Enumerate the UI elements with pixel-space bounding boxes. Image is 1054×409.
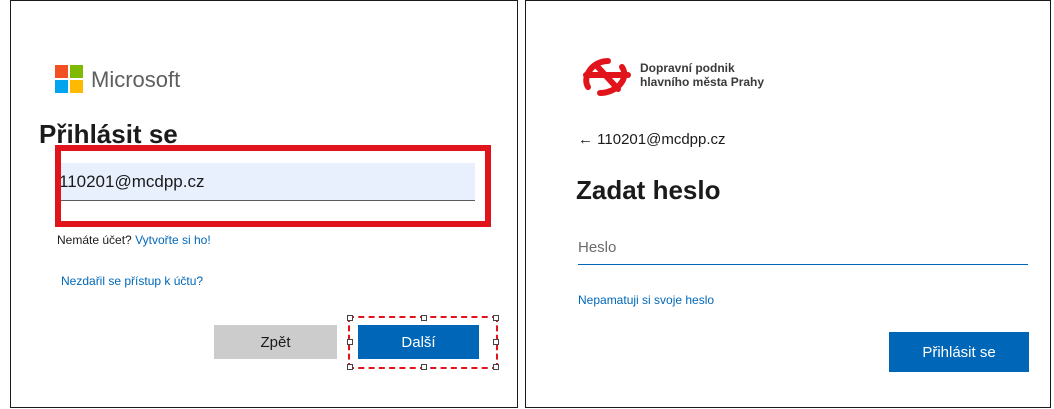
dpp-brand-line1: Dopravní podnik <box>640 61 735 75</box>
microsoft-logo-icon <box>55 65 83 93</box>
dpp-brand-line2: hlavního města Prahy <box>640 75 765 89</box>
brand-name: Microsoft <box>91 67 181 92</box>
forgot-password-link[interactable]: Nepamatuji si svoje heslo <box>578 293 714 307</box>
account-back-row[interactable]: ← 110201@mcdpp.cz <box>578 131 726 148</box>
dpp-logo-icon <box>583 58 631 96</box>
back-button[interactable]: Zpět <box>214 325 337 359</box>
microsoft-signin-panel: Microsoft Přihlásit se Nemáte účet? Vytv… <box>10 0 518 408</box>
no-account-label: Nemáte účet? <box>57 233 132 247</box>
password-title: Zadat heslo <box>576 175 721 205</box>
cant-access-account-link[interactable]: Nezdařil se přístup k účtu? <box>61 274 203 288</box>
create-account-link[interactable]: Vytvořte si ho! <box>135 233 211 247</box>
page-title: Přihlásit se <box>39 119 178 149</box>
password-input[interactable] <box>578 231 1028 265</box>
back-arrow-icon[interactable]: ← <box>578 131 593 148</box>
dpp-brand: Dopravní podnik hlavního města Prahy <box>640 61 764 89</box>
no-account-text: Nemáte účet? Vytvořte si ho! <box>57 233 211 247</box>
email-input[interactable] <box>57 163 475 201</box>
account-email: 110201@mcdpp.cz <box>597 131 726 148</box>
signin-button[interactable]: Přihlásit se <box>889 332 1029 372</box>
next-button[interactable]: Další <box>358 325 479 359</box>
password-panel: Dopravní podnik hlavního města Prahy ← 1… <box>525 0 1051 408</box>
